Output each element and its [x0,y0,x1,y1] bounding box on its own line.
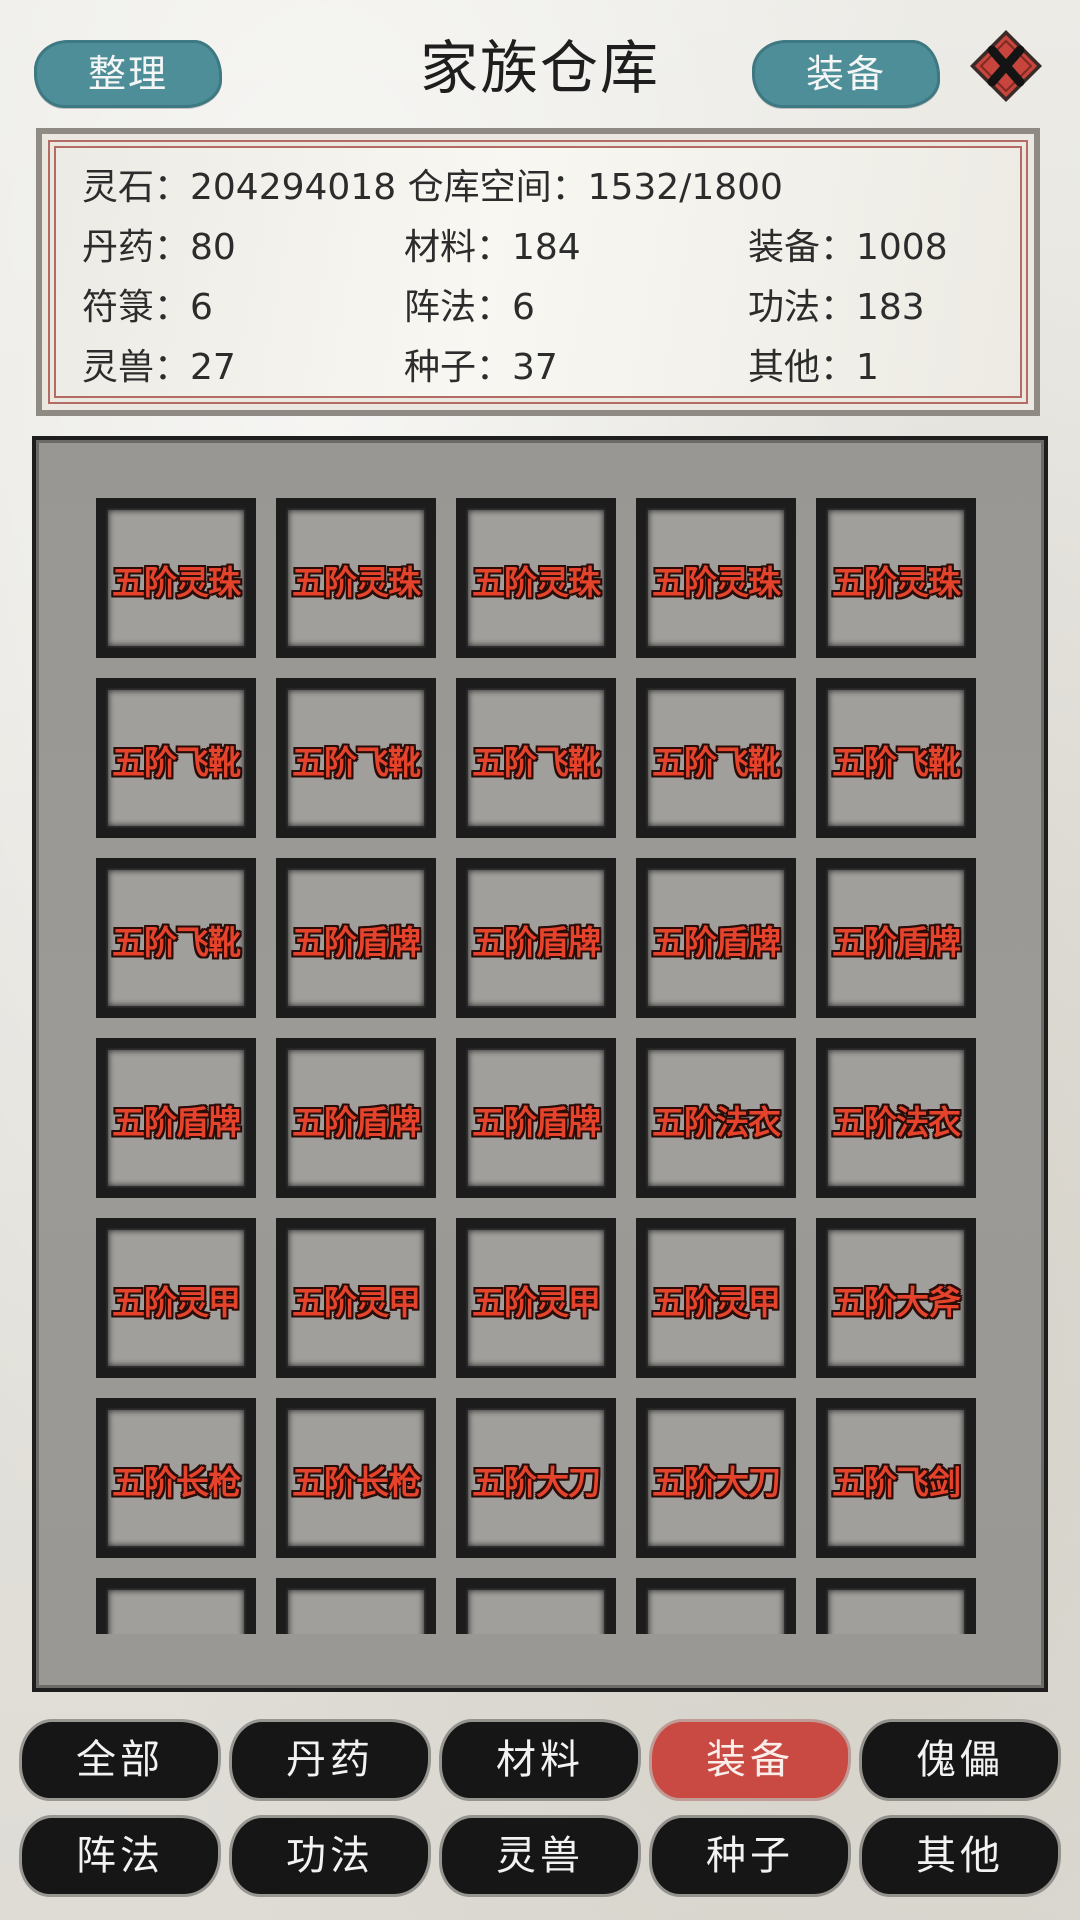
item-name: 五阶飞靴 [112,743,241,782]
item-name: 五阶灵珠 [832,563,961,602]
stat-beasts: 灵兽：27 [82,347,236,388]
close-button[interactable] [968,28,1044,104]
stat-equipment: 装备：1008 [748,227,948,268]
item-slot[interactable]: 五阶飞剑 [816,1398,976,1558]
stats-line-1: 灵石：204294018 仓库空间：1532/1800 [82,167,783,208]
tab-6[interactable]: 功法 [232,1818,428,1894]
storage-stats-panel: 灵石：204294018 仓库空间：1532/1800 丹药：80 材料：184… [36,128,1040,416]
inventory-grid[interactable]: 五阶灵珠 五阶灵珠 五阶灵珠 五阶灵珠 五阶灵珠 五阶飞靴 五阶飞靴 五阶飞靴 五阶飞靴 五阶飞靴… [96,498,1016,1634]
empty-slot[interactable] [816,1578,976,1634]
tab-8[interactable]: 种子 [652,1818,848,1894]
item-name: 五阶灵甲 [292,1283,421,1322]
item-name: 五阶法衣 [832,1103,961,1142]
item-name: 五阶盾牌 [652,923,781,962]
tab-3[interactable]: 装备 [652,1722,848,1798]
item-slot[interactable]: 五阶长枪 [96,1398,256,1558]
stat-seeds: 种子：37 [404,347,558,388]
empty-slot[interactable] [276,1578,436,1634]
item-slot[interactable]: 五阶盾牌 [636,858,796,1018]
sort-button[interactable]: 整理 [34,40,222,108]
item-name: 五阶盾牌 [292,1103,421,1142]
tab-7[interactable]: 灵兽 [442,1818,638,1894]
item-slot[interactable]: 五阶法衣 [816,1038,976,1198]
item-name: 五阶大刀 [472,1463,601,1502]
item-slot[interactable]: 五阶灵珠 [276,498,436,658]
empty-slot[interactable] [96,1578,256,1634]
item-name: 五阶长枪 [112,1463,241,1502]
item-slot[interactable]: 五阶盾牌 [276,858,436,1018]
item-slot[interactable]: 五阶大刀 [636,1398,796,1558]
inventory-panel: 五阶灵珠 五阶灵珠 五阶灵珠 五阶灵珠 五阶灵珠 五阶飞靴 五阶飞靴 五阶飞靴 五阶飞靴 五阶飞靴… [32,436,1048,1692]
item-name: 五阶飞靴 [652,743,781,782]
stat-row: 符箓：6 阵法：6 功法：183 [82,280,982,336]
close-icon [970,30,1042,102]
item-slot[interactable]: 五阶灵甲 [96,1218,256,1378]
item-slot[interactable]: 五阶盾牌 [816,858,976,1018]
item-name: 五阶灵珠 [112,563,241,602]
stat-row: 灵兽：27 种子：37 其他：1 [82,340,982,396]
item-name: 五阶飞剑 [832,1463,961,1502]
item-slot[interactable]: 五阶灵甲 [456,1218,616,1378]
item-slot[interactable]: 五阶盾牌 [96,1038,256,1198]
item-slot[interactable]: 五阶灵珠 [96,498,256,658]
item-name: 五阶法衣 [652,1103,781,1142]
stat-materials: 材料：184 [404,227,581,268]
item-name: 五阶长枪 [292,1463,421,1502]
item-slot[interactable]: 五阶飞靴 [276,678,436,838]
item-name: 五阶大斧 [832,1283,961,1322]
item-name: 五阶盾牌 [292,923,421,962]
item-name: 五阶飞靴 [832,743,961,782]
item-name: 五阶大刀 [652,1463,781,1502]
tab-0[interactable]: 全部 [22,1722,218,1798]
item-slot[interactable]: 五阶盾牌 [276,1038,436,1198]
tab-2[interactable]: 材料 [442,1722,638,1798]
item-slot[interactable]: 五阶灵珠 [456,498,616,658]
item-name: 五阶盾牌 [472,1103,601,1142]
item-slot[interactable]: 五阶法衣 [636,1038,796,1198]
item-slot[interactable]: 五阶飞靴 [636,678,796,838]
tab-9[interactable]: 其他 [862,1818,1058,1894]
item-name: 五阶飞靴 [472,743,601,782]
item-slot[interactable]: 五阶大刀 [456,1398,616,1558]
empty-slot[interactable] [636,1578,796,1634]
item-slot[interactable]: 五阶长枪 [276,1398,436,1558]
item-name: 五阶灵甲 [652,1283,781,1322]
item-name: 五阶飞靴 [112,923,241,962]
empty-slot[interactable] [456,1578,616,1634]
stat-formations: 阵法：6 [404,287,535,328]
item-slot[interactable]: 五阶飞靴 [96,678,256,838]
item-slot[interactable]: 五阶盾牌 [456,1038,616,1198]
item-name: 五阶灵甲 [472,1283,601,1322]
item-slot[interactable]: 五阶盾牌 [456,858,616,1018]
item-slot[interactable]: 五阶飞靴 [96,858,256,1018]
tab-4[interactable]: 傀儡 [862,1722,1058,1798]
item-slot[interactable]: 五阶飞靴 [456,678,616,838]
stat-pills: 丹药：80 [82,227,236,268]
item-name: 五阶灵甲 [112,1283,241,1322]
stat-others: 其他：1 [748,347,879,388]
item-name: 五阶盾牌 [112,1103,241,1142]
item-slot[interactable]: 五阶飞靴 [816,678,976,838]
item-name: 五阶盾牌 [472,923,601,962]
item-slot[interactable]: 五阶大斧 [816,1218,976,1378]
item-name: 五阶飞靴 [292,743,421,782]
item-name: 五阶灵珠 [652,563,781,602]
item-name: 五阶灵珠 [472,563,601,602]
equip-button[interactable]: 装备 [752,40,940,108]
page-title: 家族仓库 [419,34,660,102]
stat-talismans: 符箓：6 [82,287,213,328]
item-slot[interactable]: 五阶灵甲 [636,1218,796,1378]
item-slot[interactable]: 五阶灵甲 [276,1218,436,1378]
stat-techniques: 功法：183 [748,287,925,328]
stat-row: 丹药：80 材料：184 装备：1008 [82,220,982,276]
item-name: 五阶灵珠 [292,563,421,602]
item-slot[interactable]: 五阶灵珠 [816,498,976,658]
spirit-stone-and-capacity: 灵石：204294018 仓库空间：1532/1800 [82,160,783,216]
tab-1[interactable]: 丹药 [232,1722,428,1798]
item-name: 五阶盾牌 [832,923,961,962]
tab-5[interactable]: 阵法 [22,1818,218,1894]
item-slot[interactable]: 五阶灵珠 [636,498,796,658]
